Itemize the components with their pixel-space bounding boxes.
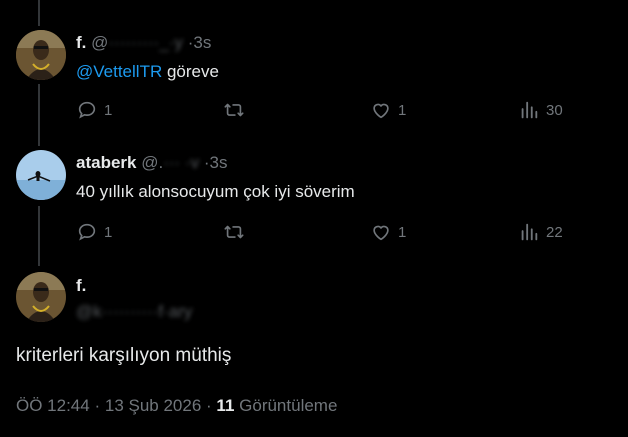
separator: · (206, 396, 212, 415)
focused-author-handle[interactable]: @k··········f·ary (76, 302, 192, 322)
reply-icon (78, 223, 96, 241)
heart-icon (373, 225, 389, 241)
avatar[interactable] (16, 150, 66, 200)
retweet-icon (224, 225, 244, 239)
views-count: 22 (546, 223, 563, 241)
views-button[interactable]: 22 (518, 221, 563, 243)
tweet-text: 40 yıllık alonsocuyum çok iyi söverim (76, 182, 355, 201)
tweet-header: f. @·········_·y ·3s (76, 33, 211, 53)
timestamp[interactable]: 3s (193, 33, 211, 52)
views-count: 30 (546, 101, 563, 119)
focused-tweet-text: kriterleri karşılıyon müthiş (16, 345, 232, 366)
heart-icon (373, 103, 389, 119)
author-name[interactable]: f. (76, 33, 86, 52)
views-bar-icon (521, 101, 538, 119)
author-handle[interactable]: @.··· ·v (141, 153, 199, 172)
thread-line-2 (38, 206, 40, 266)
focused-author-name[interactable]: f. (76, 276, 86, 296)
retweet-button[interactable] (222, 221, 252, 243)
like-count: 1 (398, 223, 407, 241)
thread-line-top (38, 0, 40, 26)
author-handle[interactable]: @·········_·y (91, 33, 183, 52)
retweet-button[interactable] (222, 99, 252, 121)
views-label: Görüntüleme (239, 396, 338, 415)
avatar-photo (16, 30, 66, 80)
avatar[interactable] (16, 272, 66, 322)
views-total: 11 (216, 396, 235, 415)
reply-button[interactable]: 1 (76, 99, 112, 121)
timestamp[interactable]: 3s (209, 153, 227, 172)
reply-button[interactable]: 1 (76, 221, 112, 243)
tweet-actions: 1 1 22 (76, 221, 576, 243)
tweet-meta: ÖÖ 12:44 · 13 Şub 2026 · 11 Görüntüleme (16, 396, 337, 416)
like-button[interactable]: 1 (370, 99, 406, 121)
avatar-photo (16, 150, 66, 200)
tweet-time[interactable]: ÖÖ 12:44 (16, 396, 90, 415)
tweet-text: @VettellTR göreve (76, 61, 219, 83)
tweet-actions: 1 1 30 (76, 99, 576, 121)
separator: · (94, 396, 101, 415)
like-button[interactable]: 1 (370, 221, 406, 243)
avatar[interactable] (16, 30, 66, 80)
tweet-text-content: göreve (162, 62, 219, 81)
like-count: 1 (398, 101, 407, 119)
tweet-date[interactable]: 13 Şub 2026 (105, 396, 201, 415)
views-bar-icon (521, 223, 538, 241)
reply-count: 1 (104, 101, 113, 119)
views-button[interactable]: 30 (518, 99, 563, 121)
author-name[interactable]: ataberk (76, 153, 136, 172)
reply-count: 1 (104, 223, 113, 241)
thread-line-1 (38, 84, 40, 146)
reply-icon (78, 101, 96, 119)
retweet-icon (224, 103, 244, 117)
tweet-header: ataberk @.··· ·v ·3s (76, 153, 227, 173)
avatar-photo (16, 272, 66, 322)
mention-link[interactable]: @VettellTR (76, 62, 162, 81)
